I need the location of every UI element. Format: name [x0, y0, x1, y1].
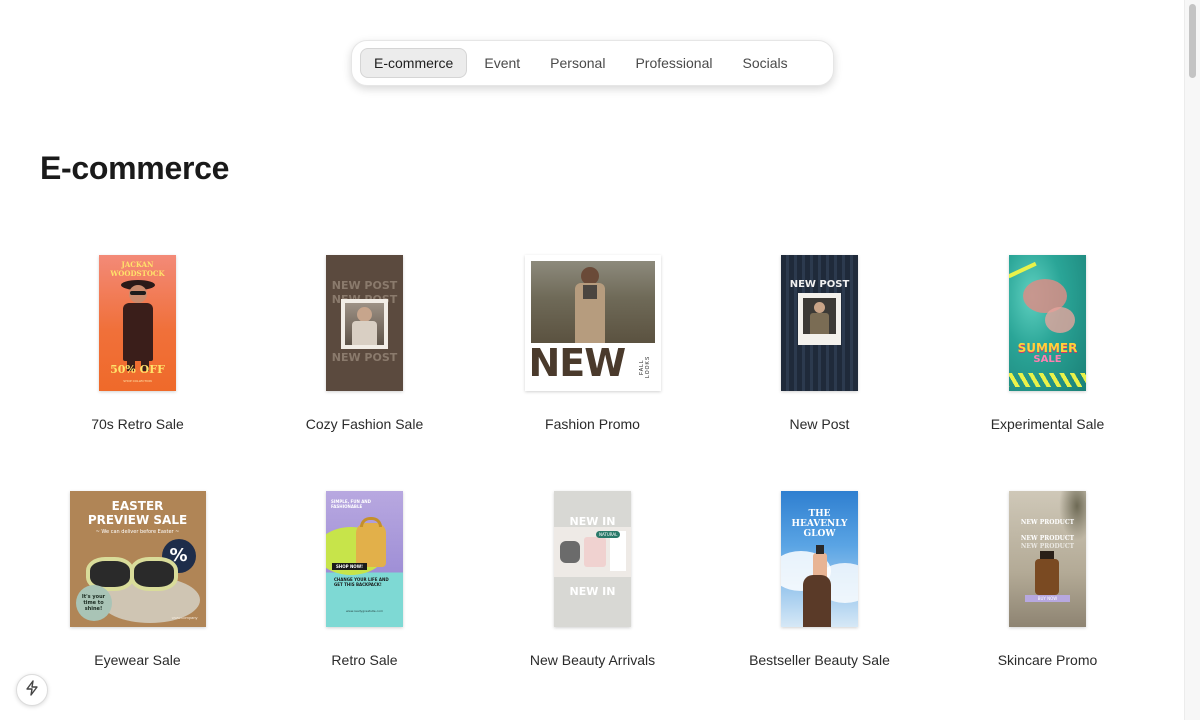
template-thumbnail[interactable]: NEW POST — [781, 255, 858, 391]
template-title: 70s Retro Sale — [91, 416, 184, 432]
template-title: New Post — [789, 416, 850, 432]
template-card-new-post[interactable]: NEW POST New Post — [706, 254, 933, 432]
art-headline-2: NEW IN — [569, 585, 616, 598]
art-body: CHANGE YOUR LIFE AND GET THIS BACKPACK! — [334, 577, 389, 587]
template-thumbnail[interactable]: NEW PRODUCT NEW PRODUCT NEW PRODUCT BUY … — [1009, 491, 1086, 627]
template-thumbnail[interactable]: NEW POST NEW POST NEW POST — [326, 255, 403, 391]
art-line3: NEW PRODUCT — [1020, 543, 1075, 550]
art-label: NATURAL — [596, 531, 621, 538]
template-title: Bestseller Beauty Sale — [749, 652, 890, 668]
art-label: BUY NOW — [1025, 595, 1070, 602]
art-bubble: It's your time to shine! — [75, 585, 112, 621]
template-thumbnail[interactable]: JACKAN WOODSTOCK 50% OFF SHOP COLLECTION — [99, 255, 176, 391]
tab-socials[interactable]: Socials — [729, 48, 800, 78]
art-line2: HEAVENLY — [791, 519, 848, 529]
quick-action-button[interactable] — [16, 674, 48, 706]
template-card-eyewear-sale[interactable]: EASTER PREVIEW SALE ~ We can deliver bef… — [24, 490, 251, 668]
art-line1: SUMMER — [1017, 341, 1078, 355]
art-subhead: ~ We can deliver before Easter ~ — [95, 529, 180, 535]
art-promo: 50% OFF — [110, 363, 165, 376]
art-footer: www.reallygreatsite.com — [345, 609, 384, 613]
art-headline: EASTER PREVIEW SALE — [87, 499, 188, 527]
category-tabs: E-commerce Event Personal Professional S… — [351, 40, 834, 86]
template-title: Skincare Promo — [997, 652, 1098, 668]
art-line2: SALE — [1033, 354, 1062, 365]
template-title: Cozy Fashion Sale — [305, 416, 424, 432]
art-line1: JACKAN — [121, 260, 154, 269]
art-top-text: SIMPLE, FUN AND FASHIONABLE — [331, 499, 371, 509]
art-line1: NEW PRODUCT — [1020, 519, 1075, 526]
template-title: Fashion Promo — [545, 416, 640, 432]
template-title: Eyewear Sale — [94, 652, 181, 668]
bolt-icon — [24, 679, 40, 701]
template-thumbnail[interactable]: SIMPLE, FUN AND FASHIONABLE SHOP NOW! CH… — [326, 491, 403, 627]
template-card-bestseller-beauty-sale[interactable]: THE HEAVENLY GLOW Bestseller Beauty Sale — [706, 490, 933, 668]
template-thumbnail[interactable]: NEW FALL LOOKS — [524, 255, 661, 391]
art-headline-echo: NEW POST — [331, 351, 398, 364]
template-card-fashion-promo[interactable]: NEW FALL LOOKS Fashion Promo — [479, 254, 706, 432]
art-cta: SHOP NOW! — [332, 563, 367, 570]
tab-personal[interactable]: Personal — [537, 48, 618, 78]
template-card-cozy-fashion-sale[interactable]: NEW POST NEW POST NEW POST Cozy Fashion … — [251, 254, 478, 432]
template-card-skincare-promo[interactable]: NEW PRODUCT NEW PRODUCT NEW PRODUCT BUY … — [934, 490, 1161, 668]
art-side-text: FALL LOOKS — [638, 355, 651, 379]
template-title: Retro Sale — [331, 652, 398, 668]
template-thumbnail[interactable]: THE HEAVENLY GLOW — [781, 491, 858, 627]
art-headline: NEW POST — [331, 279, 398, 292]
template-thumbnail[interactable]: EASTER PREVIEW SALE ~ We can deliver bef… — [69, 491, 206, 627]
template-card-experimental-sale[interactable]: SUMMER SALE Experimental Sale — [934, 254, 1161, 432]
art-headline: NEW POST — [789, 279, 850, 290]
art-line2: WOODSTOCK — [110, 269, 165, 278]
art-footer: www.company — [171, 615, 198, 620]
template-thumbnail[interactable]: NEW IN NATURAL NEW IN — [554, 491, 631, 627]
template-card-retro-sale[interactable]: SIMPLE, FUN AND FASHIONABLE SHOP NOW! CH… — [251, 490, 478, 668]
art-line1: THE — [808, 509, 831, 519]
art-line3: GLOW — [803, 529, 836, 539]
tab-professional[interactable]: Professional — [622, 48, 725, 78]
tab-event[interactable]: Event — [471, 48, 533, 78]
art-headline: NEW — [528, 341, 627, 385]
section-title: E-commerce — [40, 150, 230, 186]
template-card-new-beauty-arrivals[interactable]: NEW IN NATURAL NEW IN New Beauty Arrival… — [479, 490, 706, 668]
art-footer: SHOP COLLECTION — [123, 379, 152, 383]
page-scrollbar[interactable] — [1184, 0, 1200, 720]
art-line2: NEW PRODUCT — [1020, 535, 1075, 542]
template-title: Experimental Sale — [990, 416, 1105, 432]
tab-e-commerce[interactable]: E-commerce — [360, 48, 468, 78]
scrollbar-thumb[interactable] — [1189, 4, 1196, 78]
template-card-70s-retro-sale[interactable]: JACKAN WOODSTOCK 50% OFF SHOP COLLECTION… — [24, 254, 251, 432]
template-title: New Beauty Arrivals — [529, 652, 656, 668]
template-thumbnail[interactable]: SUMMER SALE — [1009, 255, 1086, 391]
